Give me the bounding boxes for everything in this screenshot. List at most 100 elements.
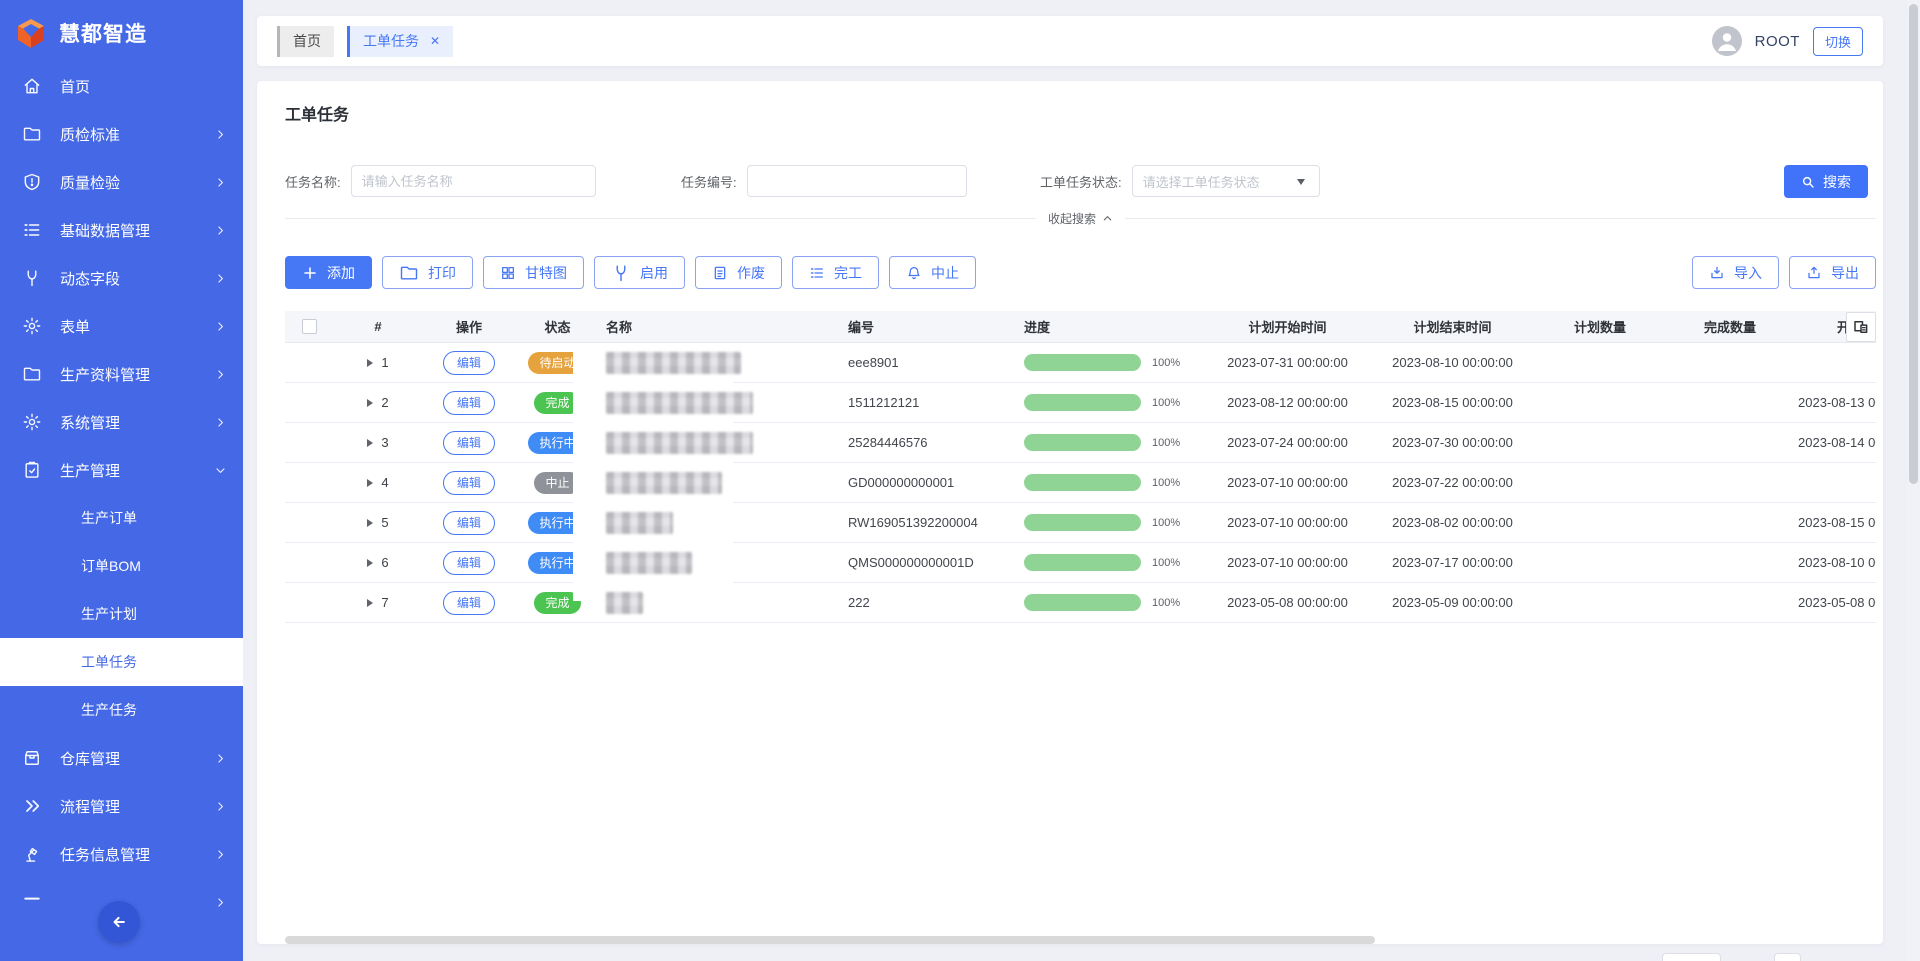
sidebar-item-label: 生产资料管理 [60,366,151,384]
dash-icon [22,892,42,912]
collapse-search-toggle[interactable]: 收起搜索 [1035,210,1125,227]
print-button-label: 打印 [428,264,456,281]
export-button[interactable]: 导出 [1789,256,1876,289]
sidebar-item-production[interactable]: 生产管理 [0,446,243,494]
edit-button[interactable]: 编辑 [442,390,495,415]
sidebar-subitem-production-plan[interactable]: 生产计划 [0,590,243,638]
header-col-1: # [333,311,423,342]
chev-right-icon [214,272,227,285]
sidebar-subitem-label: 订单BOM [81,558,141,574]
row-expand-caret[interactable] [367,438,374,447]
gear-icon [22,412,42,432]
status-select-placeholder: 请选择工单任务状态 [1142,174,1260,190]
colset-icon [1852,318,1870,336]
header-col-label: 计划数量 [1573,320,1626,335]
row-code-cell: 1511212121 [845,383,1020,422]
row-code: 1511212121 [848,395,920,410]
task-name-input[interactable] [350,165,596,197]
sidebar-item-quality-inspection[interactable]: 质量检验 [0,158,243,206]
search-button[interactable]: 搜索 [1784,165,1868,198]
edit-button[interactable]: 编辑 [442,430,495,455]
progress-bar [1024,594,1141,611]
table-row: 4 编辑 中止 GD000000000001 100% 2023-07-10 00:00:… [285,463,1876,503]
row-progress-cell: 100% [1020,343,1205,382]
row-index-cell: 3 [333,423,423,462]
content-card: 工单任务 任务名称: 任务编号: 工单任务状态: 请选择工单任务状态 [257,81,1883,944]
sidebar-subitem-order-bom[interactable]: 订单BOM [0,542,243,590]
plan-end-time: 2023-05-09 00:00:00 [1392,595,1513,610]
sidebar-subitem-production-order[interactable]: 生产订单 [0,494,243,542]
pagination-page-button[interactable] [1774,953,1801,961]
sidebar-subitem-work-order-task[interactable]: 工单任务 [0,638,243,686]
progress-label: 100% [1152,436,1181,449]
censored-name [606,551,692,574]
edit-button[interactable]: 编辑 [442,590,495,615]
row-expand-caret[interactable] [367,478,374,487]
pagination-size-select[interactable] [1662,953,1721,961]
print-button[interactable]: 打印 [382,256,473,289]
sidebar-item-task-info[interactable]: 任务信息管理 [0,830,243,878]
horizontal-scrollbar[interactable] [285,936,1375,944]
vertical-scrollbar-thumb[interactable] [1909,4,1918,484]
sidebar-collapse-button[interactable] [98,901,140,943]
row-actions-cell: 编辑 [423,583,515,622]
column-settings-button[interactable] [1846,312,1876,342]
row-select-cell [285,423,333,462]
tab-work-order-task[interactable]: 工单任务 ✕ [347,25,454,57]
abort-button[interactable]: 中止 [889,256,976,289]
header-col-7: 计划开始时间 [1205,311,1370,342]
user-avatar[interactable] [1711,26,1742,56]
vertical-scrollbar[interactable] [1907,0,1920,961]
actual-start-time: 2023-08-10 00:00:00 [1798,555,1876,570]
search-icon [1801,175,1815,189]
switch-user-button[interactable]: 切换 [1812,26,1863,56]
username: ROOT [1754,32,1800,50]
table-row: 2 编辑 完成 1511212121 100% 2023-08-12 00:00:00 20… [285,383,1876,423]
add-button[interactable]: 添加 [285,256,372,289]
row-progress-cell: 100% [1020,383,1205,422]
sidebar-item-process[interactable]: 流程管理 [0,782,243,830]
filter-bar: 任务名称: 任务编号: 工单任务状态: 请选择工单任务状态 [285,165,1876,198]
sidebar-item-label: 质检标准 [60,126,121,144]
sidebar-item-system[interactable]: 系统管理 [0,398,243,446]
row-expand-caret[interactable] [367,558,374,567]
chev-right-icon [214,128,227,141]
close-icon[interactable]: ✕ [430,35,440,47]
sidebar-item-home[interactable]: 首页 [0,62,243,110]
edit-button[interactable]: 编辑 [442,350,495,375]
sidebar-item-dynamic-fields[interactable]: 动态字段 [0,254,243,302]
row-expand-caret[interactable] [367,518,374,527]
row-select-cell [285,383,333,422]
enable-button[interactable]: 启用 [594,256,685,289]
sidebar-subitem-production-task[interactable]: 生产任务 [0,686,243,734]
sidebar-subitem-label: 生产订单 [81,510,137,526]
import-button[interactable]: 导入 [1692,256,1779,289]
folder-icon [22,364,42,384]
task-code-input[interactable] [746,165,967,197]
sidebar-item-base-data[interactable]: 基础数据管理 [0,206,243,254]
row-expand-caret[interactable] [367,358,374,367]
row-expand-caret[interactable] [367,598,374,607]
select-all-checkbox[interactable] [301,319,317,334]
row-plan-end-cell: 2023-07-22 00:00:00 [1370,463,1535,502]
sidebar-item-production-materials[interactable]: 生产资料管理 [0,350,243,398]
topbar: 首页 工单任务 ✕ ROOT 切换 [257,16,1883,66]
finish-button[interactable]: 完工 [792,256,879,289]
edit-button[interactable]: 编辑 [442,470,495,495]
sidebar-item-forms[interactable]: 表单 [0,302,243,350]
row-select-cell [285,543,333,582]
page-title: 工单任务 [285,107,350,124]
sidebar-item-warehouse[interactable]: 仓库管理 [0,734,243,782]
edit-button[interactable]: 编辑 [442,510,495,535]
row-expand-caret[interactable] [367,398,374,407]
void-button[interactable]: 作废 [695,256,782,289]
tab-home[interactable]: 首页 [277,25,334,57]
sidebar-item-qc-standard[interactable]: 质检标准 [0,110,243,158]
edit-button[interactable]: 编辑 [442,550,495,575]
header-col-4: 名称 [600,311,845,342]
arrow-left-icon [110,913,128,931]
header-col-label: 计划开始时间 [1248,320,1327,335]
row-actual-start-cell: 2023-08-14 00:00:00 [1795,423,1876,462]
gantt-button[interactable]: 甘特图 [483,256,584,289]
status-select[interactable]: 请选择工单任务状态 [1131,165,1320,197]
